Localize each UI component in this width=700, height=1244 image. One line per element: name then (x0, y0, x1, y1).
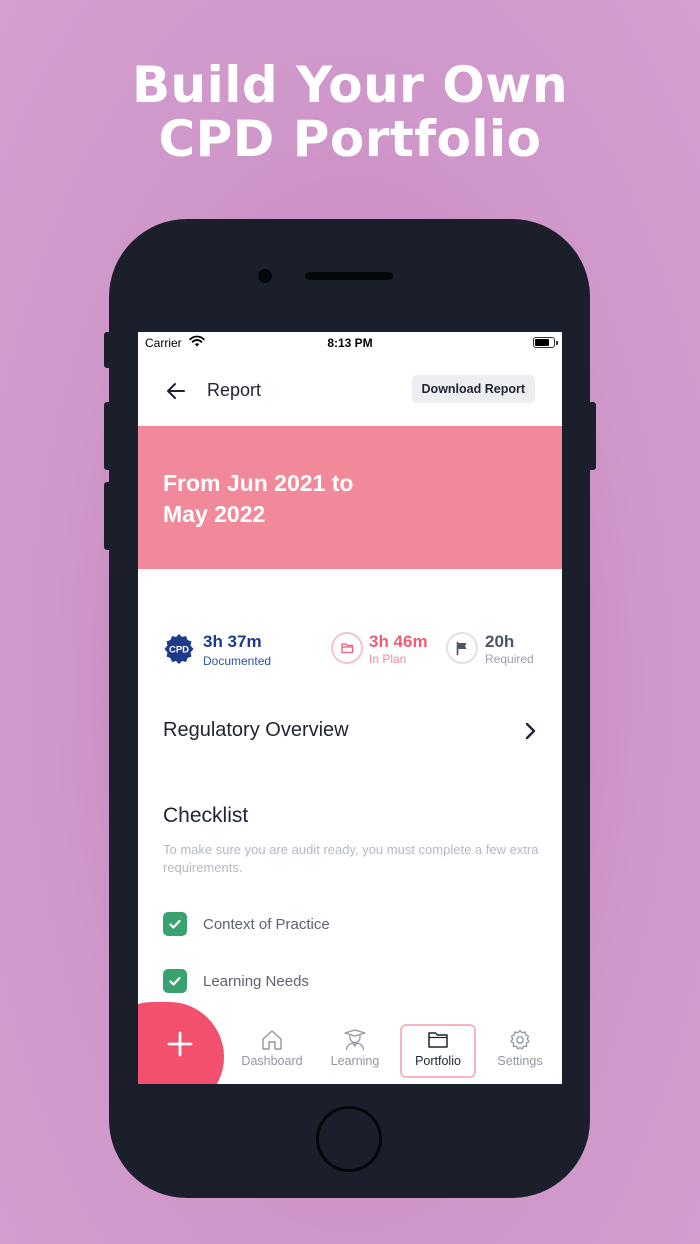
phone-home-button[interactable] (316, 1106, 382, 1172)
checklist-description: To make sure you are audit ready, you mu… (163, 842, 539, 875)
folder-outline-icon (341, 643, 354, 654)
tab-dashboard-label: Dashboard (241, 1054, 303, 1068)
checkbox-checked[interactable] (163, 912, 187, 936)
checkbox-checked[interactable] (163, 969, 187, 993)
tab-portfolio[interactable]: Portfolio (400, 1024, 476, 1078)
tab-settings-label: Settings (497, 1054, 543, 1068)
checklist-item-label: Context of Practice (203, 916, 330, 933)
status-time: 8:13 PM (327, 336, 373, 350)
graduate-icon (344, 1029, 366, 1051)
stat-documented: 3h 37m Documented (203, 632, 271, 668)
download-report-button[interactable]: Download Report (411, 375, 535, 403)
in-plan-icon-ring (331, 632, 363, 664)
documented-label: Documented (203, 654, 272, 668)
checklist-title: Checklist (163, 804, 249, 827)
cpd-badge-text: CPD (169, 645, 189, 656)
date-range-text: From Jun 2021 to May 2022 (163, 468, 423, 530)
in-plan-label: In Plan (369, 652, 407, 666)
in-plan-value: 3h 46m (369, 632, 428, 651)
folder-icon (428, 1032, 448, 1048)
regulatory-overview-row[interactable]: Regulatory Overview (163, 717, 537, 747)
stat-required: 20h Required (485, 632, 534, 666)
checklist-item[interactable]: Learning Needs (163, 969, 523, 995)
documented-value: 3h 37m (203, 632, 262, 651)
page-title: Report (207, 380, 262, 400)
gear-icon (510, 1029, 530, 1050)
tab-settings[interactable]: Settings (482, 1024, 558, 1078)
date-range-line-1: From Jun 2021 to (163, 470, 354, 496)
required-icon-ring (446, 632, 478, 664)
headline-line-2: CPD Portfolio (158, 110, 542, 168)
flag-icon (456, 641, 467, 656)
required-label: Required (485, 652, 534, 666)
tab-dashboard[interactable]: Dashboard (234, 1024, 310, 1078)
stat-in-plan: 3h 46m In Plan (369, 632, 428, 666)
date-range-line-2: May 2022 (163, 501, 266, 527)
status-bar: Carrier 8:13 PM (138, 332, 562, 354)
back-arrow-icon[interactable] (164, 379, 188, 403)
checkmark-icon (169, 919, 181, 929)
cpd-badge-icon: CPD (164, 634, 194, 664)
date-range-banner: From Jun 2021 to May 2022 (138, 426, 562, 569)
tab-portfolio-label: Portfolio (415, 1054, 461, 1068)
headline: Build Your Own CPD Portfolio (0, 58, 700, 166)
app-screen: Carrier 8:13 PM Report Download Report F… (138, 332, 562, 1084)
checkmark-icon (169, 976, 181, 986)
checklist-item[interactable]: Context of Practice (163, 912, 523, 938)
tab-learning-label: Learning (330, 1054, 380, 1068)
tab-learning[interactable]: Learning (317, 1024, 393, 1078)
plus-icon (167, 1031, 193, 1057)
regulatory-overview-label: Regulatory Overview (163, 719, 349, 741)
required-value: 20h (485, 632, 515, 651)
chevron-right-icon (525, 722, 536, 740)
top-nav: Report Download Report (138, 372, 562, 412)
stats-row: CPD 3h 37m Documented 3h 46m In Plan 20h… (138, 632, 562, 672)
checklist-item-label: Learning Needs (203, 973, 309, 990)
phone-speaker (305, 272, 393, 280)
headline-line-1: Build Your Own (131, 56, 569, 114)
phone-camera (258, 269, 272, 283)
battery-icon (533, 337, 558, 348)
home-icon (262, 1030, 282, 1050)
